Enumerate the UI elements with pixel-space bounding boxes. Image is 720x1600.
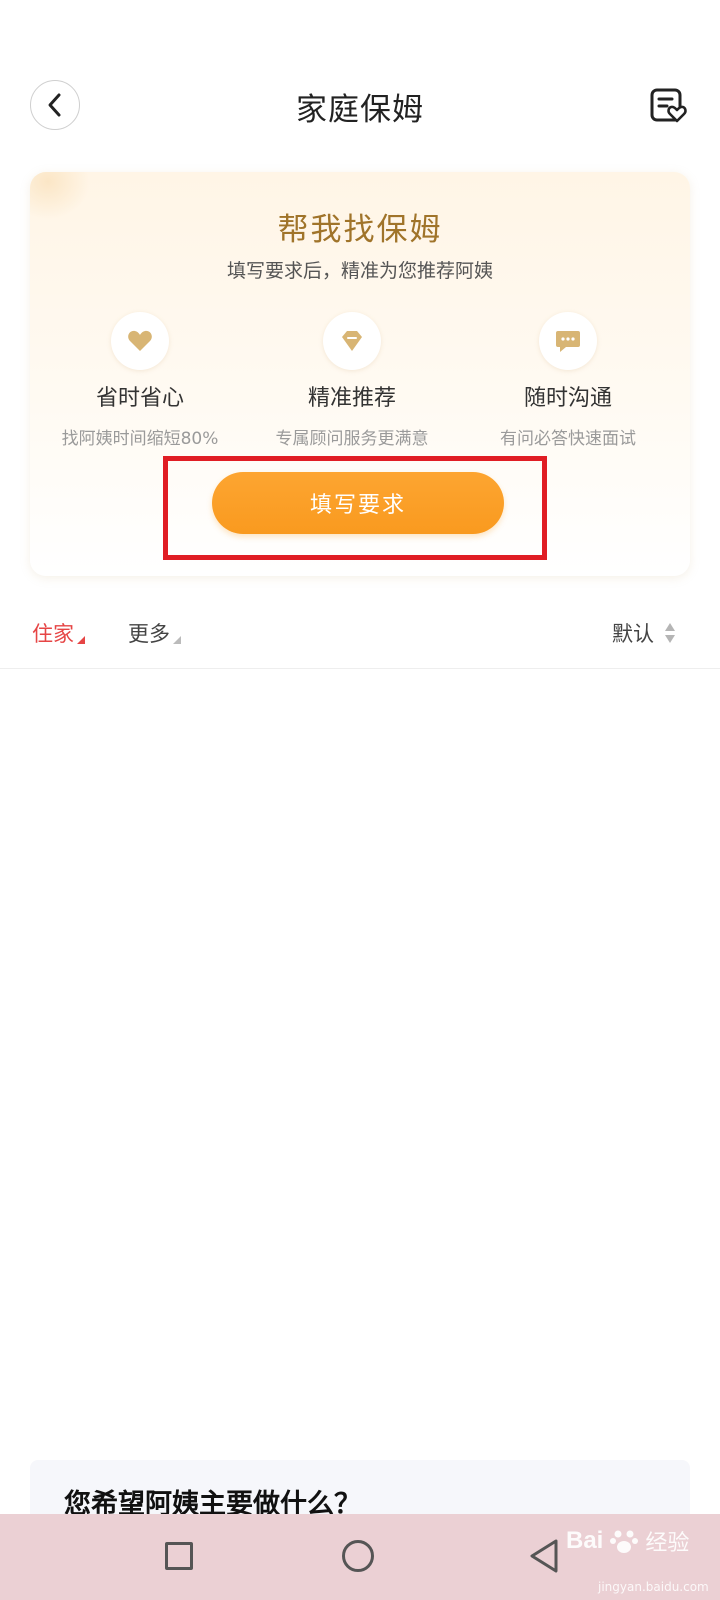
feature-save-time: 省时省心 找阿姨时间缩短80% bbox=[30, 312, 250, 449]
filter-bar: 住家 更多 默认 bbox=[0, 598, 720, 669]
dropdown-triangle-icon bbox=[173, 636, 181, 644]
filter-live-in[interactable]: 住家 bbox=[32, 618, 85, 648]
feature-desc: 找阿姨时间缩短80% bbox=[61, 429, 219, 449]
filter-live-in-label: 住家 bbox=[32, 622, 74, 646]
watermark-suffix: 经验 bbox=[645, 1531, 690, 1556]
feature-title: 随时沟通 bbox=[523, 386, 612, 411]
sort-default-label: 默认 bbox=[612, 622, 654, 646]
feature-icon-circle bbox=[111, 312, 169, 370]
baidu-jingyan-watermark: Bai 经验 bbox=[560, 1525, 689, 1557]
watermark-url: jingyan.baidu.com bbox=[598, 1580, 709, 1594]
feature-title: 精准推荐 bbox=[307, 386, 396, 411]
feature-title: 省时省心 bbox=[95, 386, 184, 411]
feature-icon-circle bbox=[539, 312, 597, 370]
card-title: 帮我找保姆 bbox=[277, 212, 443, 248]
feature-desc: 专属顾问服务更满意 bbox=[275, 429, 429, 449]
filter-more-label: 更多 bbox=[128, 622, 170, 646]
recent-apps-button[interactable] bbox=[165, 1542, 193, 1570]
feature-precise-match: 精准推荐 专属顾问服务更满意 bbox=[242, 312, 462, 449]
filter-more[interactable]: 更多 bbox=[128, 618, 181, 648]
sort-arrows-icon bbox=[665, 623, 675, 643]
home-button[interactable] bbox=[342, 1540, 374, 1572]
sort-default[interactable]: 默认 bbox=[612, 618, 676, 648]
system-back-button[interactable] bbox=[528, 1538, 564, 1574]
card-subtitle: 填写要求后，精准为您推荐阿姨 bbox=[226, 260, 493, 282]
heart-icon bbox=[128, 330, 152, 351]
dropdown-triangle-icon bbox=[77, 636, 85, 644]
page-title: 家庭保姆 bbox=[296, 92, 424, 128]
feature-desc: 有问必答快速面试 bbox=[500, 429, 636, 449]
chat-bubble-icon bbox=[556, 331, 580, 352]
highlight-annotation-box bbox=[163, 456, 547, 560]
favorites-list-button[interactable] bbox=[650, 88, 690, 124]
feature-anytime-chat: 随时沟通 有问必答快速面试 bbox=[458, 312, 678, 449]
watermark-brand: Bai bbox=[566, 1527, 604, 1554]
favorites-list-icon bbox=[650, 88, 687, 123]
paw-logo-icon bbox=[610, 1530, 639, 1553]
diamond-icon bbox=[342, 331, 362, 351]
back-triangle-icon bbox=[530, 1539, 558, 1573]
feature-icon-circle bbox=[323, 312, 381, 370]
